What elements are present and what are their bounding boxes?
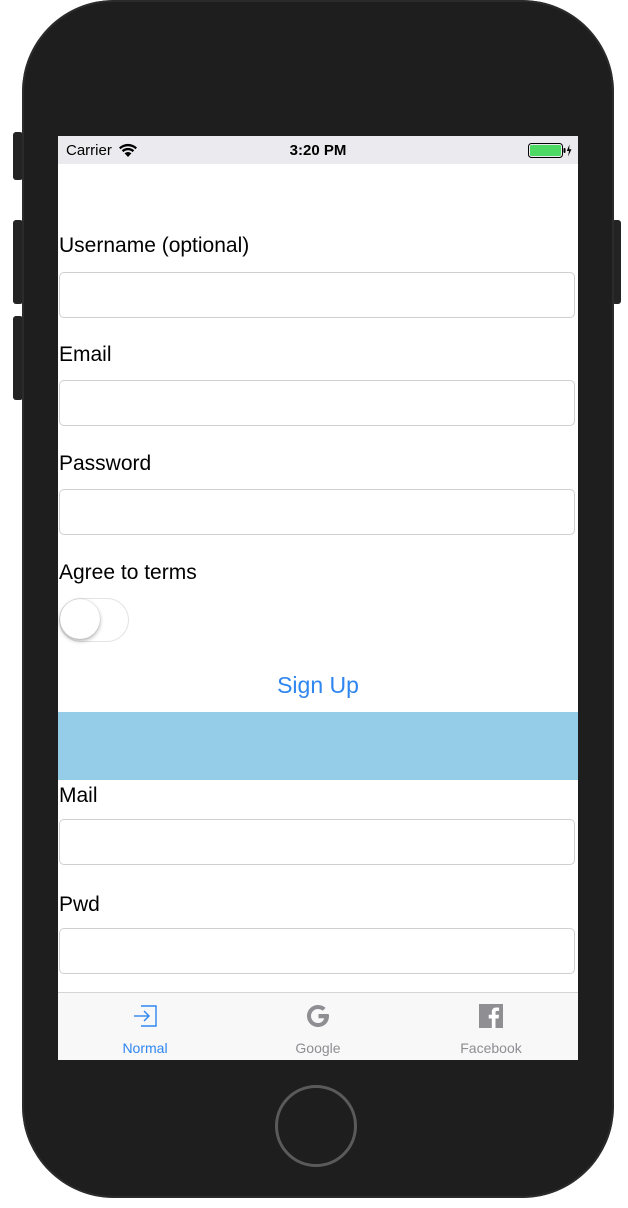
tab-facebook-label: Facebook: [460, 1040, 522, 1056]
username-label: Username (optional): [59, 234, 250, 257]
charging-bolt-icon: [566, 144, 572, 157]
status-bar: Carrier 3:20 PM: [58, 136, 578, 164]
mail-input[interactable]: [59, 819, 575, 865]
toggle-knob: [60, 599, 100, 639]
battery-icon: [528, 143, 572, 158]
blue-banner: [58, 712, 578, 780]
pwd-label: Pwd: [59, 893, 100, 916]
tab-bar: Normal Google Facebook: [58, 992, 578, 1060]
pwd-input[interactable]: [59, 928, 575, 974]
sign-in-icon: [134, 1005, 157, 1027]
password-label: Password: [59, 452, 152, 475]
home-button[interactable]: [275, 1085, 357, 1167]
username-input[interactable]: [59, 272, 575, 318]
mail-label: Mail: [59, 784, 98, 807]
battery-indicator: [528, 143, 572, 158]
email-input[interactable]: [59, 380, 575, 426]
google-icon: [307, 1005, 329, 1027]
sign-up-button[interactable]: Sign Up: [58, 672, 578, 699]
tab-normal[interactable]: Normal: [58, 993, 232, 1060]
terms-toggle[interactable]: [59, 598, 129, 642]
password-input[interactable]: [59, 489, 575, 535]
facebook-icon: [479, 1004, 503, 1028]
tab-google[interactable]: Google: [232, 993, 404, 1060]
simulator-stage: Carrier 3:20 PM Username (optional) Emai: [0, 0, 628, 1208]
tab-facebook[interactable]: Facebook: [404, 993, 578, 1060]
tab-normal-label: Normal: [122, 1040, 168, 1056]
terms-label: Agree to terms: [59, 561, 197, 584]
status-time: 3:20 PM: [289, 142, 347, 159]
tab-google-label: Google: [295, 1040, 341, 1056]
email-label: Email: [59, 343, 112, 366]
app-screen: Carrier 3:20 PM Username (optional) Emai: [58, 136, 578, 1060]
